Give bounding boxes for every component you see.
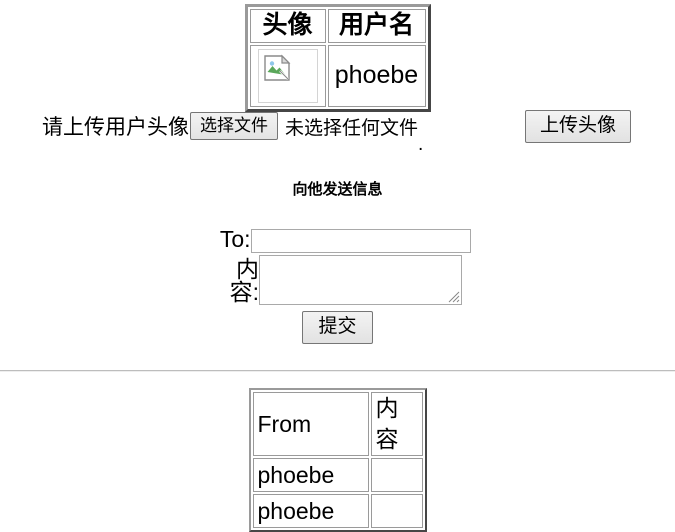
table-row: phoebe <box>252 494 423 529</box>
avatar-cell <box>249 44 326 107</box>
message-from-cell: phoebe <box>252 458 369 493</box>
avatar-upload-row: 请上传用户头像 选择文件 未选择任何文件 . 上传头像 <box>42 110 665 154</box>
avatar-file-input[interactable]: 选择文件 未选择任何文件 <box>190 112 419 140</box>
message-content-cell <box>370 494 423 529</box>
broken-image-icon <box>257 48 318 103</box>
to-label: To: <box>219 226 251 252</box>
column-header-avatar: 头像 <box>249 9 326 43</box>
upload-avatar-button[interactable]: 上传头像 <box>524 110 631 143</box>
messages-table: From 内容 phoebe phoebe <box>248 388 427 532</box>
messages-table-container: From 内容 phoebe phoebe <box>0 388 675 532</box>
table-header-row: From 内容 <box>252 392 423 457</box>
section-divider <box>0 370 675 372</box>
choose-file-button[interactable]: 选择文件 <box>190 112 278 140</box>
content-textarea[interactable] <box>259 255 462 305</box>
upload-instruction-label: 请上传用户头像 <box>42 116 189 139</box>
table-row: phoebe <box>252 458 423 493</box>
message-content-cell <box>370 458 423 493</box>
to-input[interactable] <box>250 228 471 253</box>
profile-table-container: 头像 用户名 phoebe <box>0 0 675 112</box>
stray-period-text: . <box>418 134 424 155</box>
table-row: phoebe <box>249 44 426 107</box>
table-header-row: 头像 用户名 <box>249 9 426 43</box>
send-message-form: To: 内容: 提交 <box>0 228 675 344</box>
profile-table: 头像 用户名 phoebe <box>244 4 431 112</box>
content-field-row: 内容: <box>0 255 675 305</box>
column-header-content: 内容 <box>370 392 423 457</box>
file-status-text: 未选择任何文件 <box>285 117 419 139</box>
submit-message-button[interactable]: 提交 <box>302 311 373 344</box>
username-cell: phoebe <box>327 44 426 107</box>
to-field-row: To: <box>0 228 675 253</box>
content-textarea-wrapper <box>259 255 462 305</box>
column-header-username: 用户名 <box>327 9 426 43</box>
message-from-cell: phoebe <box>252 494 369 529</box>
column-header-from: From <box>252 392 369 457</box>
content-label: 内容: <box>229 256 259 305</box>
send-message-heading: 向他发送信息 <box>292 181 383 198</box>
submit-row: 提交 <box>0 311 675 344</box>
